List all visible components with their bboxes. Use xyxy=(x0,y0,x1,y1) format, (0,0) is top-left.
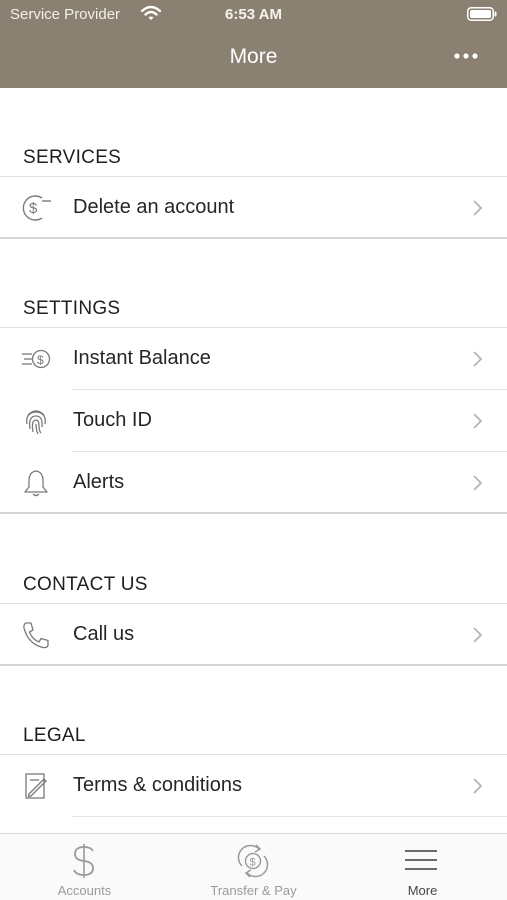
row-label: Terms & conditions xyxy=(73,774,242,796)
chevron-right-icon xyxy=(473,627,483,643)
tab-bar: Accounts $ Transfer & Pay More xyxy=(0,833,507,900)
chevron-right-icon xyxy=(473,413,483,429)
tab-accounts[interactable]: Accounts xyxy=(0,834,169,900)
more-content[interactable]: SERVICES $ Delete an account SETTINGS $ … xyxy=(0,88,507,833)
row-call-us[interactable]: Call us xyxy=(0,604,507,666)
chevron-right-icon xyxy=(473,778,483,794)
section-title: SERVICES xyxy=(23,147,122,168)
row-instant-balance[interactable]: $ Instant Balance xyxy=(0,328,507,390)
section-title: SETTINGS xyxy=(23,298,121,319)
divider xyxy=(0,237,507,239)
page-title: More xyxy=(229,45,278,68)
row-label: Touch ID xyxy=(73,409,152,431)
fingerprint-icon xyxy=(26,410,46,435)
instant-balance-icon: $ xyxy=(22,349,51,369)
svg-text:$: $ xyxy=(37,353,44,367)
row-label: Call us xyxy=(73,623,135,645)
row-label: Instant Balance xyxy=(73,347,211,369)
row-terms-conditions[interactable]: Terms & conditions xyxy=(0,755,507,817)
chevron-right-icon xyxy=(473,351,483,367)
battery-icon xyxy=(467,7,497,21)
dollar-icon xyxy=(73,844,94,878)
tab-label: Accounts xyxy=(57,883,112,898)
section-title: CONTACT US xyxy=(23,574,148,595)
status-time: 6:53 AM xyxy=(225,6,282,23)
app-header: Service Provider 6:53 AM More xyxy=(0,0,507,88)
divider xyxy=(72,816,507,817)
bell-icon xyxy=(24,470,48,497)
divider xyxy=(0,664,507,666)
row-alerts[interactable]: Alerts xyxy=(0,452,507,514)
document-edit-icon xyxy=(25,773,47,799)
tab-label: Transfer & Pay xyxy=(210,883,297,898)
more-options-icon[interactable] xyxy=(453,51,479,61)
row-touch-id[interactable]: Touch ID xyxy=(0,390,507,452)
chevron-right-icon xyxy=(473,475,483,491)
status-bar: Service Provider 6:53 AM xyxy=(0,0,507,30)
row-delete-account[interactable]: $ Delete an account xyxy=(0,177,507,239)
svg-text:$: $ xyxy=(29,200,38,217)
menu-icon xyxy=(405,850,437,870)
divider xyxy=(0,512,507,514)
tab-label: More xyxy=(407,883,438,898)
tab-transfer-pay[interactable]: $ Transfer & Pay xyxy=(169,834,338,900)
chevron-right-icon xyxy=(473,200,483,216)
dollar-cycle-icon: $ xyxy=(22,195,51,221)
svg-text:$: $ xyxy=(250,857,256,869)
row-label: Delete an account xyxy=(73,196,235,218)
section-title: LEGAL xyxy=(23,725,86,746)
tab-more[interactable]: More xyxy=(338,834,507,900)
row-label: Alerts xyxy=(73,471,125,493)
transfer-icon: $ xyxy=(237,844,269,878)
phone-icon xyxy=(23,622,49,649)
